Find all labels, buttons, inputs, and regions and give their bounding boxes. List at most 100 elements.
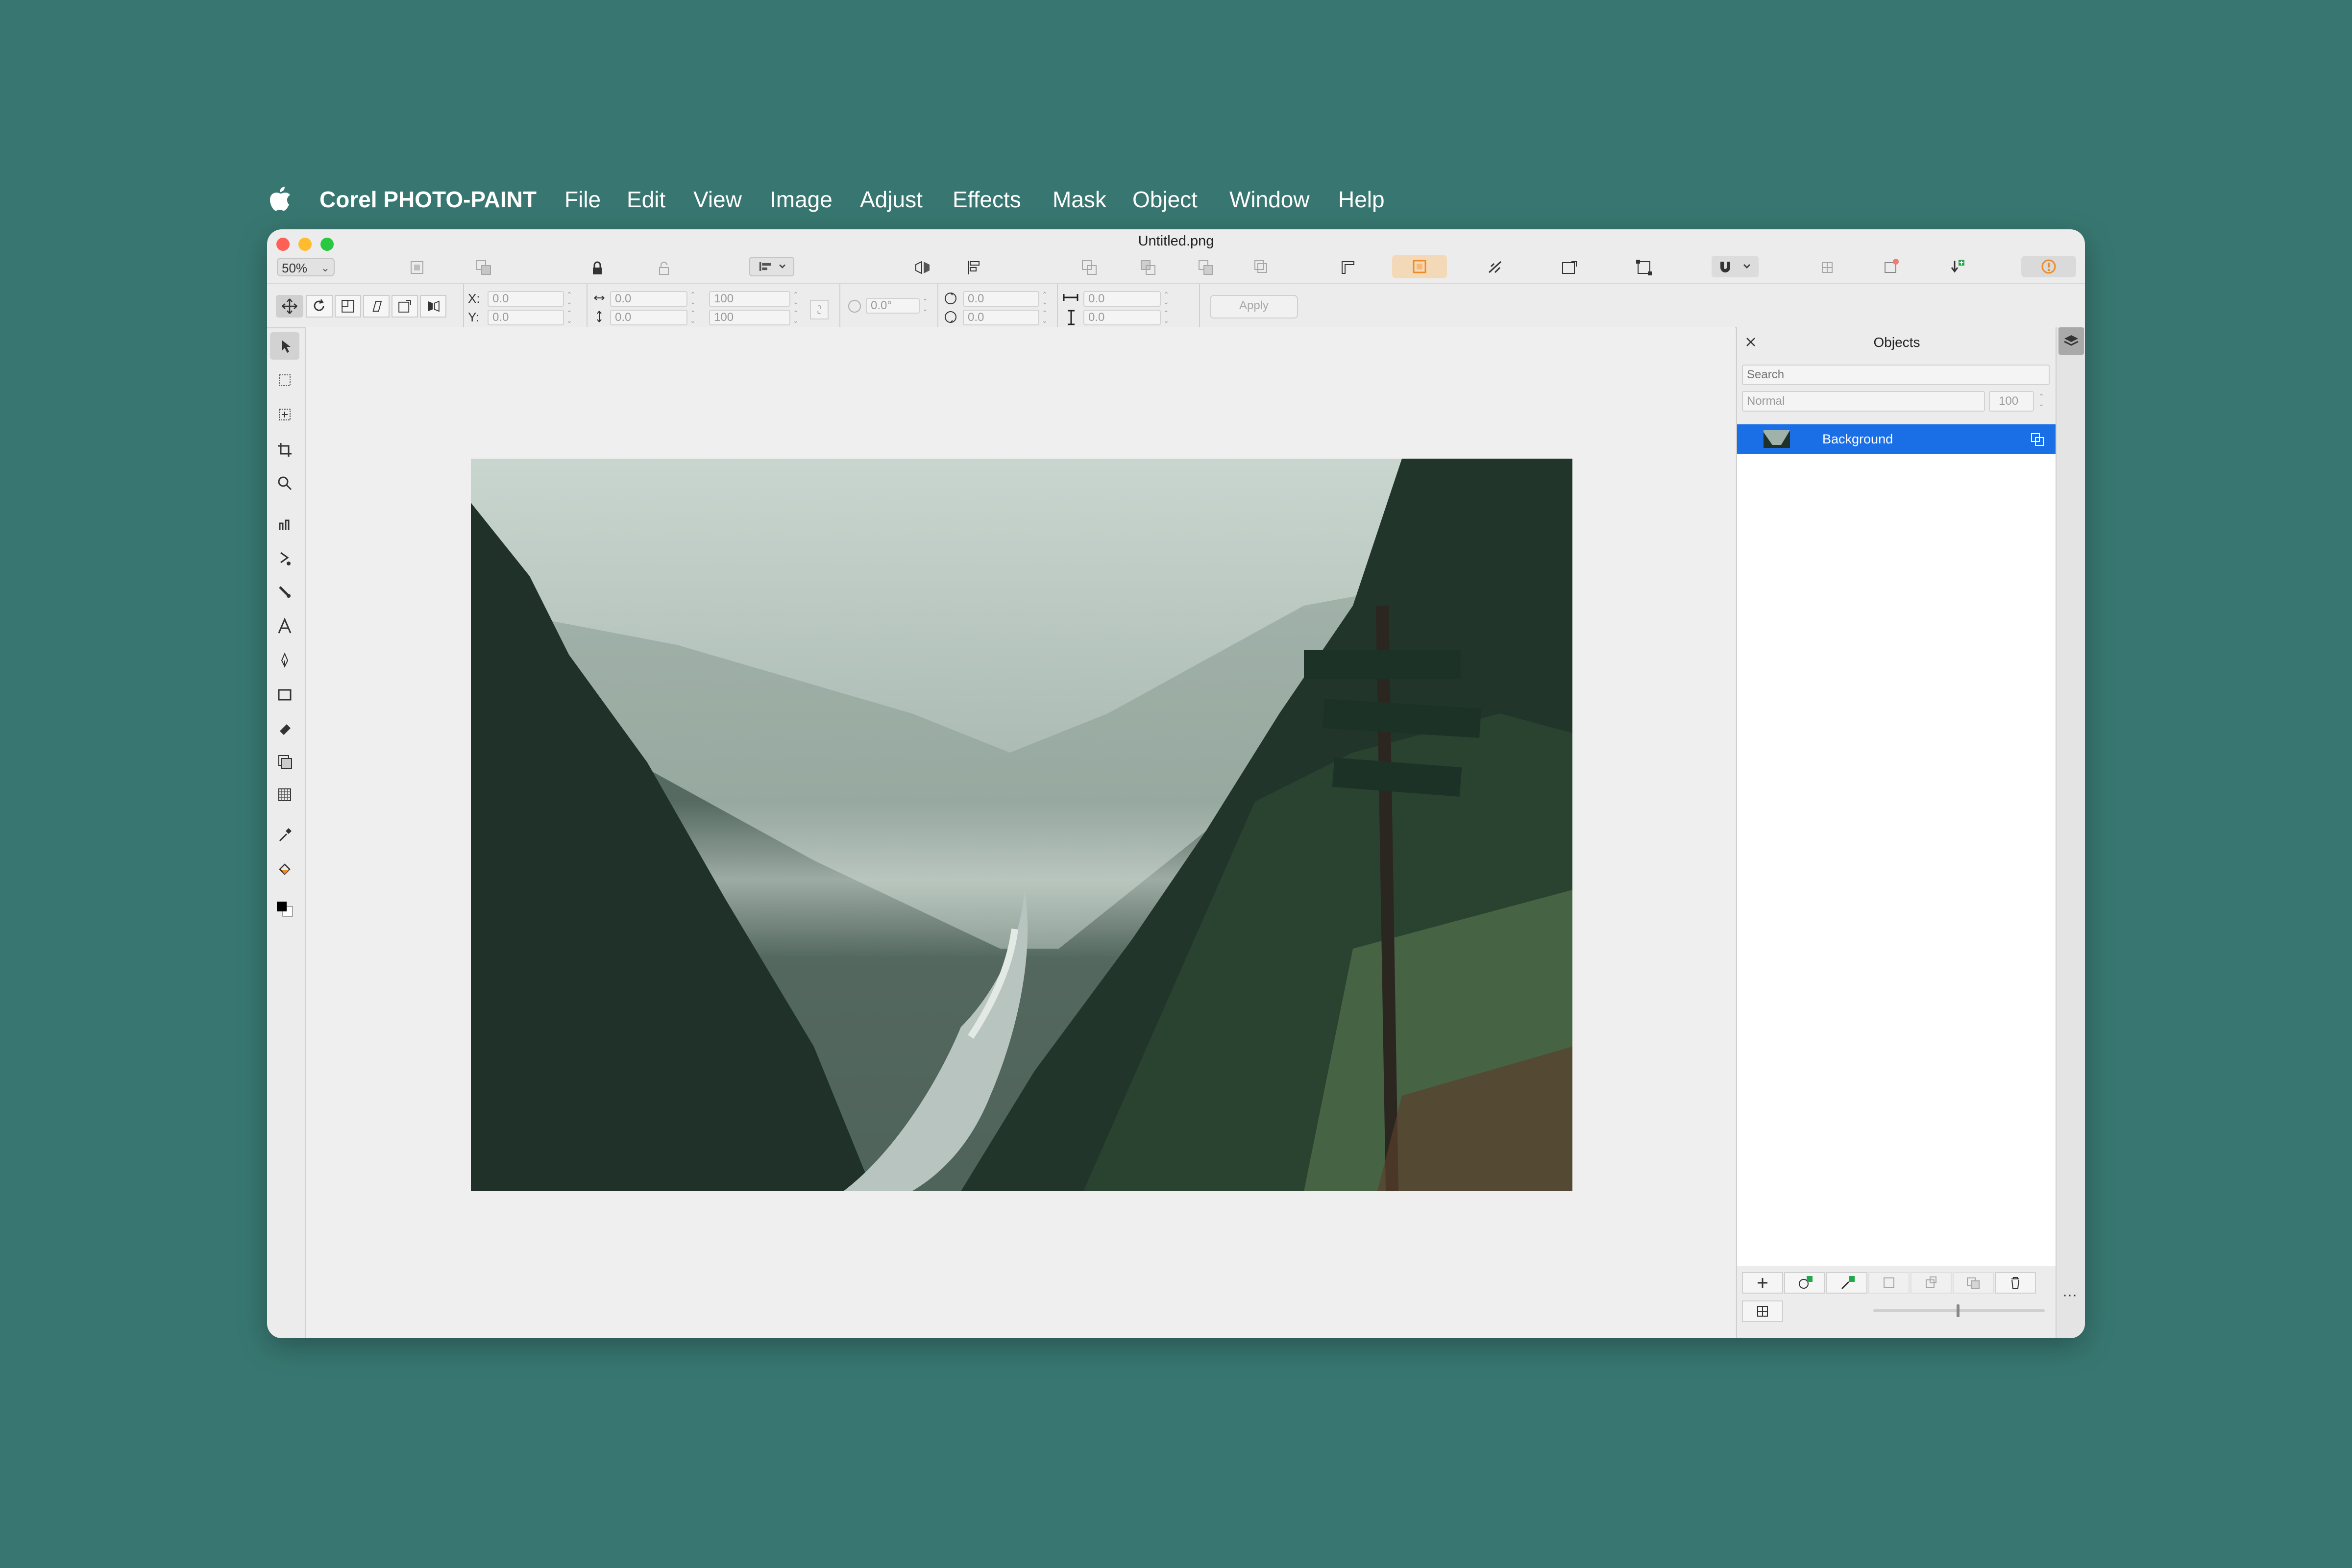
zoom-level-dropdown[interactable]: 50% ⌄	[277, 258, 335, 276]
mask-transform-tool-icon[interactable]	[270, 401, 299, 428]
crop-to-mask-icon[interactable]	[406, 257, 428, 278]
skew-h-stepper-icon[interactable]: ⌃ ⌄	[1162, 291, 1171, 307]
thumbnail-size-slider[interactable]	[1873, 1304, 2045, 1317]
apply-button[interactable]: Apply	[1210, 295, 1298, 318]
skew-vertical-field[interactable]: 0.0	[1083, 310, 1161, 325]
apple-icon[interactable]	[269, 187, 291, 212]
lens-icon[interactable]	[1484, 257, 1506, 278]
hints-button[interactable]	[2021, 256, 2076, 277]
menu-view[interactable]: View	[693, 186, 742, 213]
rectangle-tool-icon[interactable]	[270, 681, 299, 709]
pen-tool-icon[interactable]	[270, 647, 299, 674]
new-from-mask-button[interactable]	[1826, 1272, 1867, 1294]
app-name-menu[interactable]: Corel PHOTO-PAINT	[319, 186, 537, 213]
eyedropper-tool-icon[interactable]	[270, 821, 299, 849]
object-transparency-tool-icon[interactable]	[270, 748, 299, 775]
snap-dropdown[interactable]	[1712, 256, 1759, 277]
clone-tool-icon[interactable]	[270, 512, 299, 539]
menu-help[interactable]: Help	[1338, 186, 1385, 213]
objects-search-input[interactable]	[1742, 365, 2050, 385]
x-position-field[interactable]: 0.0	[488, 291, 564, 307]
center-x-field[interactable]: 0.0	[963, 291, 1039, 307]
combine-button[interactable]	[1868, 1272, 1910, 1294]
center-x-stepper-icon[interactable]: ⌃ ⌄	[1040, 291, 1049, 307]
export-icon[interactable]	[1559, 257, 1580, 278]
menu-adjust[interactable]: Adjust	[860, 186, 923, 213]
delete-object-button[interactable]	[1995, 1272, 2036, 1294]
opacity-stepper-icon[interactable]: ⌃ ⌄	[2037, 393, 2046, 409]
merge-button[interactable]	[1911, 1272, 1952, 1294]
object-properties-icon[interactable]	[2029, 431, 2046, 448]
distribute-icon[interactable]	[963, 257, 984, 278]
grid-icon[interactable]	[1816, 257, 1838, 278]
color-swatches-icon[interactable]	[270, 896, 299, 923]
rotation-stepper-icon[interactable]: ⌃ ⌄	[921, 298, 930, 314]
menu-effects[interactable]: Effects	[953, 186, 1021, 213]
rotate-mode-icon[interactable]	[306, 295, 333, 318]
lock-icon[interactable]	[587, 258, 608, 279]
object-row-background[interactable]: Background	[1737, 424, 2057, 454]
launch-icon[interactable]	[1880, 256, 1902, 277]
zoom-tool-icon[interactable]	[270, 469, 299, 497]
skew-mode-icon[interactable]	[363, 295, 390, 318]
scale-height-field[interactable]: 100	[709, 310, 790, 325]
menu-edit[interactable]: Edit	[627, 186, 665, 213]
move-mode-icon[interactable]	[276, 295, 303, 318]
forest-valley-image[interactable]	[471, 459, 1572, 1191]
new-object-button[interactable]	[1742, 1272, 1783, 1294]
rotation-angle-field[interactable]: 0.0°	[866, 298, 920, 314]
skew-horizontal-field[interactable]: 0.0	[1083, 291, 1161, 307]
rectangle-mask-tool-icon[interactable]	[270, 367, 299, 394]
scale-width-field[interactable]: 100	[709, 291, 790, 307]
scale-w-stepper-icon[interactable]: ⌃ ⌄	[791, 291, 800, 307]
blend-mode-dropdown[interactable]: Normal	[1742, 391, 1985, 412]
pick-tool-icon[interactable]	[270, 332, 299, 360]
y-position-field[interactable]: 0.0	[488, 310, 564, 325]
combine-objects-icon[interactable]	[473, 257, 494, 278]
flip-horizontal-icon[interactable]	[912, 257, 933, 278]
skew-v-stepper-icon[interactable]: ⌃ ⌄	[1162, 310, 1171, 325]
effect-tool-icon[interactable]	[270, 578, 299, 606]
height-field[interactable]: 0.0	[610, 310, 687, 325]
center-y-field[interactable]: 0.0	[963, 310, 1039, 325]
rulers-icon[interactable]	[1337, 257, 1359, 278]
scale-mode-icon[interactable]	[335, 295, 361, 318]
interactive-fill-tool-icon[interactable]	[270, 781, 299, 808]
height-stepper-icon[interactable]: ⌃ ⌄	[688, 310, 697, 325]
menu-image[interactable]: Image	[770, 186, 833, 213]
link-icon[interactable]	[810, 300, 829, 319]
arrange-back-icon[interactable]	[1137, 257, 1159, 278]
menu-mask[interactable]: Mask	[1053, 186, 1106, 213]
width-stepper-icon[interactable]: ⌃ ⌄	[688, 291, 697, 307]
opacity-field[interactable]: 100	[1989, 391, 2034, 412]
back-one-icon[interactable]	[1251, 257, 1273, 278]
menu-object[interactable]: Object	[1132, 186, 1198, 213]
menu-file[interactable]: File	[564, 186, 601, 213]
menu-window[interactable]: Window	[1229, 186, 1310, 213]
objects-docker-tab[interactable]	[2058, 327, 2084, 355]
eraser-tool-icon[interactable]	[270, 714, 299, 742]
perspective-mode-icon[interactable]	[420, 295, 446, 318]
canvas-area[interactable]	[306, 327, 1735, 1338]
center-y-stepper-icon[interactable]: ⌃ ⌄	[1040, 310, 1049, 325]
transform-icon[interactable]	[1633, 257, 1655, 278]
crop-tool-icon[interactable]	[270, 436, 299, 464]
more-options-icon[interactable]: ···	[2062, 1287, 2077, 1303]
duplicate-button[interactable]	[1953, 1272, 1994, 1294]
text-tool-icon[interactable]	[270, 612, 299, 640]
unlock-icon[interactable]	[653, 258, 675, 279]
import-icon[interactable]	[1946, 256, 1967, 277]
arrange-front-icon[interactable]	[1078, 257, 1100, 278]
x-stepper-icon[interactable]: ⌃ ⌄	[565, 291, 574, 307]
forward-one-icon[interactable]	[1195, 257, 1217, 278]
align-dropdown[interactable]	[749, 257, 794, 276]
y-stepper-icon[interactable]: ⌃ ⌄	[565, 310, 574, 325]
new-lens-button[interactable]	[1784, 1272, 1825, 1294]
clip-mask-button[interactable]	[1742, 1300, 1783, 1322]
touch-up-tool-icon[interactable]	[270, 545, 299, 572]
distort-mode-icon[interactable]	[392, 295, 418, 318]
slider-thumb[interactable]	[1957, 1304, 1960, 1317]
scale-h-stepper-icon[interactable]: ⌃ ⌄	[791, 310, 800, 325]
paint-bucket-tool-icon[interactable]	[270, 856, 299, 883]
width-field[interactable]: 0.0	[610, 291, 687, 307]
